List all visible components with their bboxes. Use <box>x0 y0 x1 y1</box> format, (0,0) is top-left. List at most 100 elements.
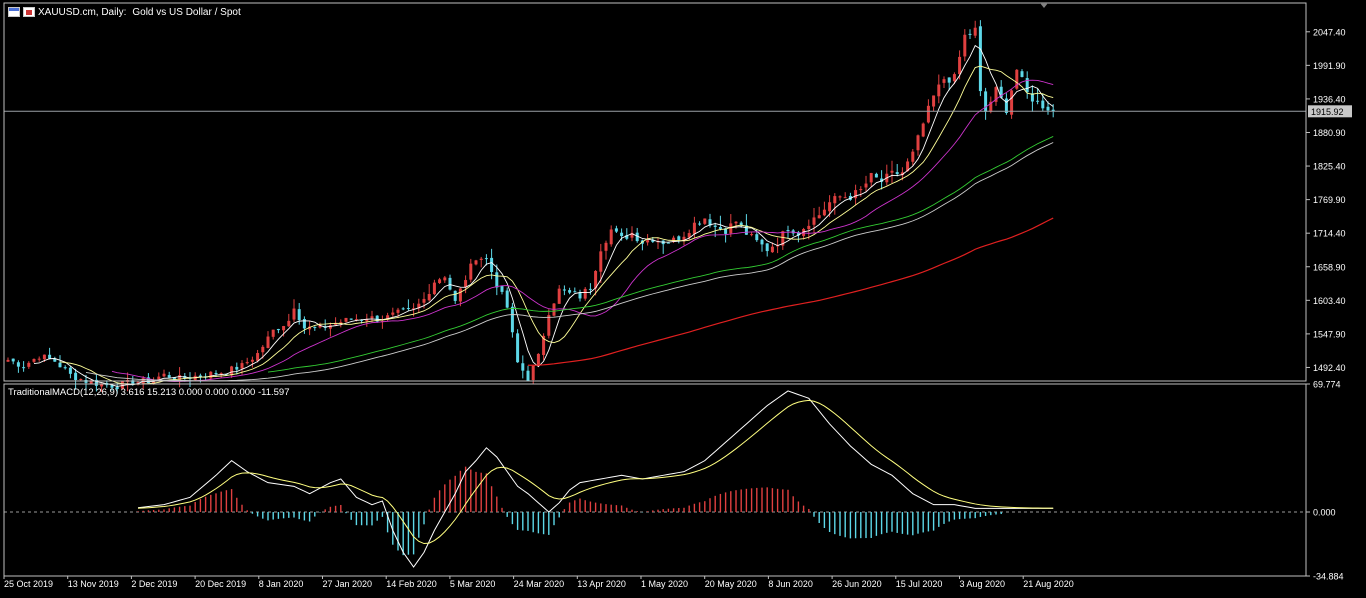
candle-body <box>822 209 826 216</box>
candle-body <box>698 223 702 225</box>
candle-body <box>214 372 218 375</box>
chart-canvas[interactable]: 1915.92 2047.40 1991.90 1936.40 1880.90 1825.… <box>0 0 1366 598</box>
moving-average-line <box>267 136 1054 373</box>
moving-average-line <box>59 65 1054 385</box>
candle-body <box>11 358 15 362</box>
candle-body <box>510 306 514 333</box>
candle-body <box>833 196 837 204</box>
candle-body <box>391 312 395 315</box>
candle-body <box>495 272 499 288</box>
date-tick-label: 13 Apr 2020 <box>577 579 626 589</box>
moving-average-line <box>85 142 1054 382</box>
candle-body <box>547 315 551 336</box>
macd-pane[interactable] <box>4 390 1306 568</box>
candle-body <box>911 151 915 162</box>
date-tick-label: 21 Aug 2020 <box>1023 579 1074 589</box>
candle-body <box>677 236 681 241</box>
candle-body <box>484 258 488 260</box>
candle-body <box>947 77 951 83</box>
candle-body <box>292 308 296 320</box>
price-tick-label: 1714.40 <box>1313 229 1346 239</box>
candle-body <box>692 222 696 234</box>
candle-body <box>276 329 280 331</box>
candle-body <box>162 373 166 377</box>
candle-body <box>37 358 41 360</box>
price-tick-label: 1880.90 <box>1313 128 1346 138</box>
candle-body <box>287 320 291 327</box>
candle-body <box>807 225 811 230</box>
candle-body <box>770 246 774 253</box>
macd-tick-label: 69.774 <box>1313 380 1341 390</box>
symbol-icon[interactable] <box>23 7 35 17</box>
macd-tick-label: -34.884 <box>1313 572 1344 582</box>
candle-body <box>963 34 967 57</box>
date-tick-label: 27 Jan 2020 <box>323 579 373 589</box>
candle-body <box>973 27 977 36</box>
price-tick-label: 1769.90 <box>1313 195 1346 205</box>
window-icon[interactable] <box>8 7 20 17</box>
candle-body <box>27 362 31 367</box>
price-tick-label: 1547.90 <box>1313 329 1346 339</box>
shift-marker-icon[interactable] <box>1040 3 1048 8</box>
date-tick-label: 5 Mar 2020 <box>450 579 496 589</box>
date-tick-label: 20 Dec 2019 <box>195 579 246 589</box>
candle-body <box>812 217 816 225</box>
candle-body <box>958 56 962 75</box>
candle-body <box>448 277 452 290</box>
candle-body <box>713 225 717 227</box>
candle-body <box>74 372 78 380</box>
candle-body <box>271 329 275 337</box>
candle-body <box>604 242 608 251</box>
candle-body <box>786 230 790 232</box>
candle-body <box>32 358 36 362</box>
candle-body <box>198 375 202 377</box>
date-tick-label: 1 May 2020 <box>641 579 688 589</box>
date-tick-label: 8 Jan 2020 <box>259 579 304 589</box>
candle-body <box>859 189 863 191</box>
candle-body <box>344 317 348 322</box>
candle-body <box>209 371 213 379</box>
candle-body <box>443 277 447 281</box>
candle-body <box>63 367 67 369</box>
candle-body <box>1046 106 1050 111</box>
candle-body <box>6 359 10 362</box>
candle-body <box>432 282 436 295</box>
candle-body <box>895 172 899 174</box>
price-pane[interactable] <box>4 20 1306 394</box>
candle-body <box>396 309 400 313</box>
candle-body <box>479 258 483 260</box>
candle-body <box>68 367 72 374</box>
candle-body <box>817 215 821 219</box>
price-frame <box>3 2 1307 382</box>
candle-body <box>609 229 613 245</box>
candle-body <box>828 202 832 212</box>
candle-body <box>261 346 265 353</box>
candle-body <box>490 257 494 273</box>
date-tick-label: 26 Jun 2020 <box>832 579 882 589</box>
macd-tick-label: 0.000 <box>1313 508 1336 518</box>
candle-body <box>406 308 410 310</box>
price-tick-label: 1603.40 <box>1313 296 1346 306</box>
candle-body <box>926 105 930 123</box>
date-tick-label: 20 May 2020 <box>705 579 757 589</box>
candle-body <box>500 286 504 292</box>
candle-body <box>58 362 62 368</box>
price-tick-label: 1658.90 <box>1313 262 1346 272</box>
candle-body <box>755 234 759 241</box>
macd-frame <box>3 383 1307 577</box>
candle-body <box>968 33 972 35</box>
moving-average-line <box>527 217 1054 366</box>
candle-body <box>646 240 650 243</box>
date-tick-label: 8 Jun 2020 <box>768 579 813 589</box>
candle-body <box>568 290 572 293</box>
candle-body <box>282 326 286 331</box>
candle-body <box>48 354 52 359</box>
candle-body <box>562 289 566 291</box>
candle-body <box>516 333 520 363</box>
price-tick-label: 1936.40 <box>1313 94 1346 104</box>
candle-body <box>937 84 941 97</box>
candle-body <box>16 362 20 367</box>
candle-body <box>750 234 754 236</box>
candle-body <box>614 228 618 232</box>
candle-body <box>588 288 592 290</box>
